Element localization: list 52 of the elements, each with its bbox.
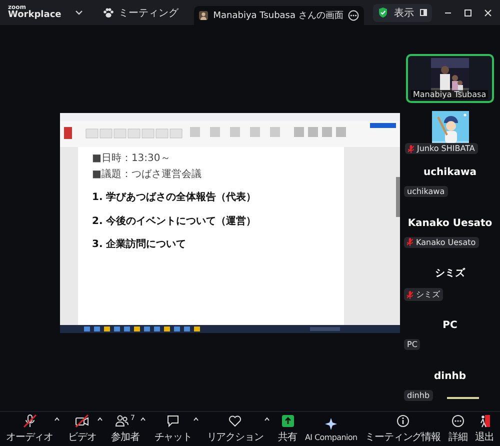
video-tile[interactable]: Manabiya Tsubasa <box>406 54 494 104</box>
participant-name: uchikawa <box>407 186 445 196</box>
participant-name: PC <box>407 340 418 349</box>
maximize-icon[interactable] <box>464 8 472 16</box>
document-line: 3. 企業訪問について <box>92 239 188 252</box>
chevron-down-icon[interactable] <box>75 10 84 15</box>
participant-name: Kanako Uesato <box>416 238 476 247</box>
caret-icon[interactable] <box>264 417 270 421</box>
caret-icon[interactable] <box>192 417 199 421</box>
more-button[interactable]: 詳細 <box>448 414 468 444</box>
participant-display-name: PC <box>442 320 458 331</box>
caret-icon[interactable] <box>54 417 60 421</box>
participant-name: Junko SHIBATA <box>417 144 475 154</box>
shield-icon <box>378 7 388 18</box>
people-icon <box>115 414 130 428</box>
participant-name: Manabiya Tsubasa <box>411 90 488 100</box>
participant-display-name: Kanako Uesato <box>408 218 492 229</box>
exit-icon <box>478 414 492 428</box>
caret-icon[interactable] <box>140 417 146 421</box>
share-tab[interactable]: Manabiya Tsubasa さんの画面 <box>194 6 364 25</box>
share-button[interactable]: 共有 <box>278 414 298 444</box>
participant-display-name: dinhb <box>434 370 466 382</box>
heart-icon <box>228 414 242 428</box>
close-icon[interactable] <box>484 8 492 16</box>
share-icon <box>280 414 295 428</box>
participant-name: dinhb <box>407 390 430 400</box>
audio-button[interactable]: オーディオ <box>6 414 54 444</box>
leave-button[interactable]: 退出 <box>475 414 494 444</box>
avatar-icon <box>199 11 208 20</box>
document-line: 2. 今後のイベントについて（運営） <box>92 216 258 228</box>
participant-display-name: シミズ <box>435 266 465 280</box>
chat-button[interactable]: チャット <box>154 414 192 444</box>
meeting-info-button[interactable]: ミーティング情報 <box>365 414 440 444</box>
sparkle-icon <box>324 416 338 430</box>
chat-icon <box>166 414 180 428</box>
caret-icon[interactable] <box>97 417 104 421</box>
participant-name: シミズ <box>416 289 440 300</box>
document-line: ■議題：つばさ運営会議 <box>92 168 202 181</box>
ai-companion-button[interactable]: AI Companion <box>304 416 358 442</box>
document-line: 1. 学びあつばさの全体報告（代表） <box>92 192 258 204</box>
more-icon[interactable] <box>348 10 360 21</box>
video-button[interactable]: ビデオ <box>68 414 96 444</box>
participant-display-name: uchikawa <box>424 166 476 178</box>
tab-title: Manabiya Tsubasa さんの画面 <box>213 10 344 22</box>
document-line: ■日時：13:30～ <box>92 153 172 166</box>
more-icon <box>450 414 465 428</box>
view-button[interactable]: 表示 <box>373 4 432 22</box>
scrollbar <box>396 177 400 217</box>
info-icon <box>396 414 410 428</box>
paw-icon <box>103 8 114 18</box>
meeting-menu[interactable]: ミーティング <box>103 6 178 20</box>
reactions-button[interactable]: リアクション <box>206 414 264 444</box>
